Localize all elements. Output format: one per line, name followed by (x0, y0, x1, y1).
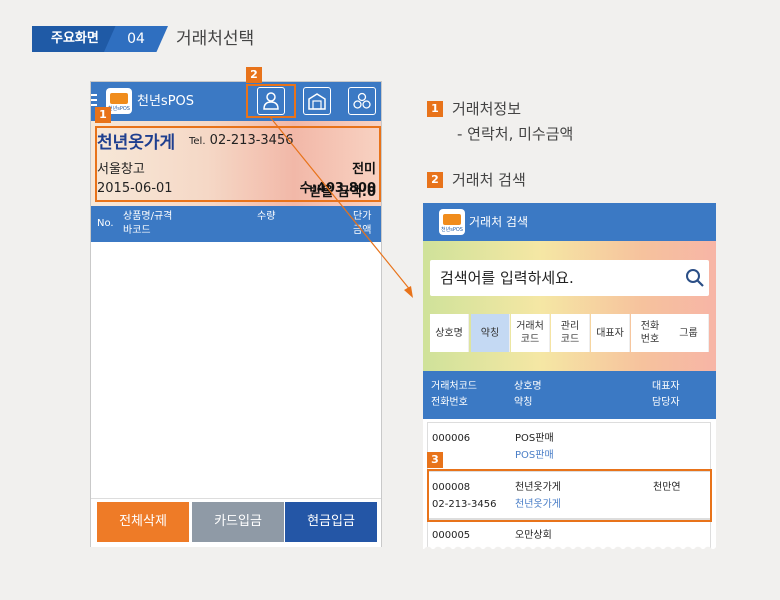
search-icon[interactable] (685, 268, 705, 288)
selected-row-highlight (427, 469, 712, 522)
legend-marker-2: 2 (427, 172, 443, 188)
filter-tab-label: 관리 코드 (560, 321, 580, 345)
row-code: 000006 (432, 433, 471, 444)
filter-tab[interactable]: 상호명 (430, 314, 469, 352)
legend-customer-info-desc: - 연락처, 미수금액 (457, 125, 574, 143)
app-logo: 천년sPOS (439, 209, 465, 235)
search-toolbar: 천년sPOS 거래처 검색 (423, 203, 716, 241)
filter-tab-label: 대표자 (596, 327, 624, 339)
filter-tab[interactable]: 거래처 코드 (511, 314, 550, 352)
col-manager: 담당자 (652, 397, 680, 408)
filter-tab[interactable]: 그룹 (669, 314, 709, 352)
row-name: POS판매 (515, 433, 554, 444)
col-representative: 대표자 (652, 381, 680, 392)
filter-tab-label: 약칭 (480, 327, 500, 339)
customer-row[interactable]: 000006 POS판매 POS판매 (427, 422, 711, 470)
filter-tab-label: 전화 번호 (640, 321, 660, 345)
phone-search-screen: 천년sPOS 거래처 검색 검색어를 입력하세요. 상호명 약칭 거래처 코드 관리 … (423, 203, 716, 549)
col-business-name: 상호명 (514, 381, 542, 392)
marker-3: 3 (427, 452, 443, 468)
results-table-header: 거래처코드 전화번호 상호명 약칭 대표자 담당자 (423, 371, 716, 419)
filter-tab-label: 거래처 코드 (516, 321, 544, 345)
search-placeholder: 검색어를 입력하세요. (440, 269, 574, 287)
col-customer-code: 거래처코드 (431, 381, 477, 392)
filter-tab[interactable]: 전화 번호 (631, 314, 670, 352)
col-short-name: 약칭 (514, 397, 533, 408)
filter-tab[interactable]: 대표자 (591, 314, 630, 352)
row-short: POS판매 (515, 450, 554, 461)
filter-tab[interactable]: 약칭 (471, 314, 510, 352)
search-input[interactable]: 검색어를 입력하세요. (430, 260, 709, 296)
legend-marker-1: 1 (427, 101, 443, 117)
filter-tab-label: 그룹 (679, 327, 698, 339)
legend-customer-info: 거래처정보 (452, 100, 522, 118)
filter-tab-label: 상호명 (435, 327, 463, 339)
filter-tab[interactable]: 관리 코드 (551, 314, 590, 352)
legend-customer-search: 거래처 검색 (452, 171, 526, 189)
col-phone: 전화번호 (431, 397, 468, 408)
torn-edge (423, 539, 716, 549)
search-screen-title: 거래처 검색 (469, 215, 529, 229)
